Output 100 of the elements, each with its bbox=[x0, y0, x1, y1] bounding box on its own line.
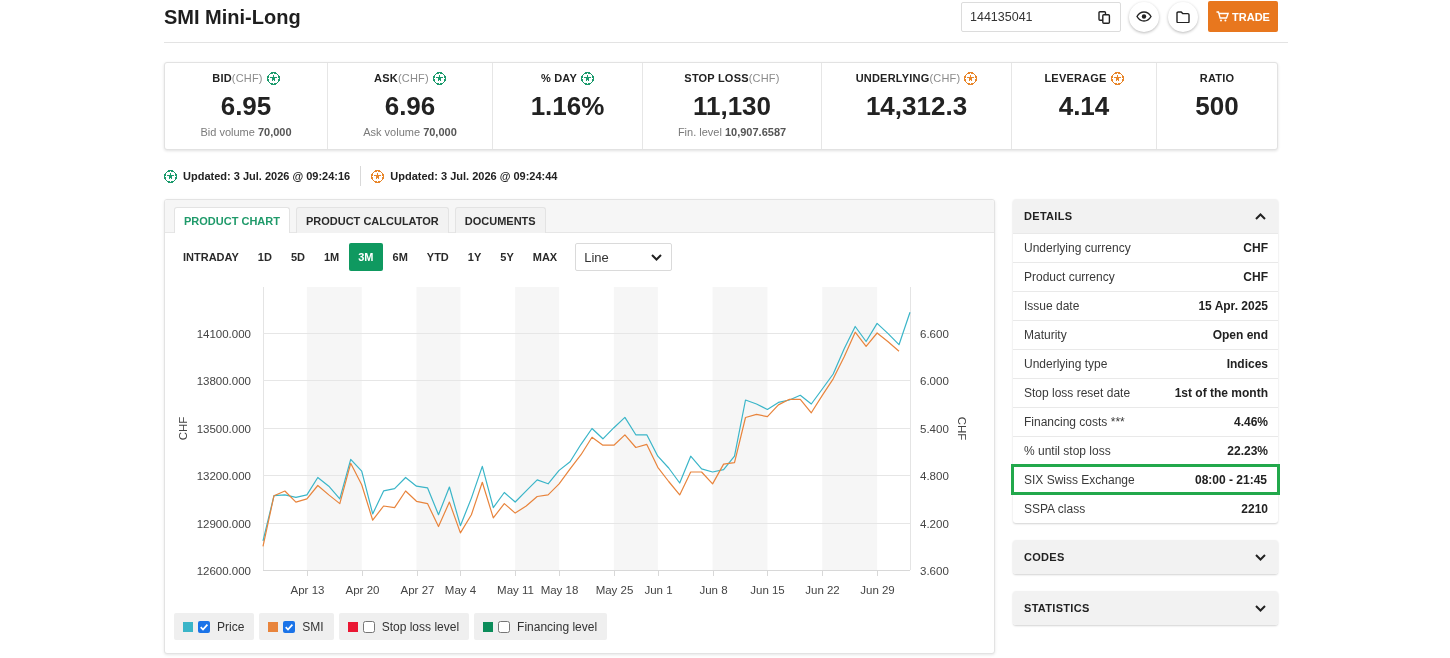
y-axis-label: 14100.000 bbox=[196, 327, 251, 340]
stat-value: 6.96 bbox=[384, 91, 436, 121]
stat-label: % DAY bbox=[540, 72, 578, 84]
legend-item[interactable]: Stop loss level bbox=[338, 613, 470, 640]
detail-value: CHF bbox=[1243, 270, 1268, 284]
x-axis-label: Apr 27 bbox=[400, 584, 435, 596]
folder-icon bbox=[1176, 10, 1190, 23]
cart-icon bbox=[1216, 11, 1230, 22]
copy-icon[interactable] bbox=[1098, 11, 1111, 24]
accordion-header[interactable]: STATISTICS bbox=[1013, 591, 1278, 625]
chevron-down-icon bbox=[651, 253, 663, 261]
stat-label: LEVERAGE bbox=[1044, 72, 1107, 84]
y-axis-label: 5.400 bbox=[920, 422, 949, 435]
folder-button[interactable] bbox=[1168, 1, 1198, 32]
legend-item[interactable]: Price bbox=[174, 613, 255, 640]
period-button[interactable]: 5D bbox=[281, 243, 314, 271]
checkbox[interactable] bbox=[498, 620, 511, 633]
detail-value: Open end bbox=[1212, 328, 1268, 342]
accordion-header[interactable]: CODES bbox=[1013, 540, 1278, 574]
legend-item[interactable]: Financing level bbox=[474, 613, 608, 640]
chart-type-select[interactable]: Line bbox=[575, 243, 673, 271]
eye-icon bbox=[1136, 11, 1152, 22]
period-button[interactable]: MAX bbox=[523, 243, 567, 271]
period-button[interactable]: 1D bbox=[248, 243, 281, 271]
period-button[interactable]: 5Y bbox=[491, 243, 523, 271]
y-axis-label: 6.000 bbox=[920, 374, 949, 387]
stat-label: ASK(CHF) bbox=[374, 72, 429, 84]
legend-item[interactable]: SMI bbox=[259, 613, 334, 640]
x-axis-label: Apr 20 bbox=[345, 584, 380, 596]
stat-value: 500 bbox=[1195, 91, 1239, 121]
x-axis-label: Jun 8 bbox=[699, 584, 728, 596]
axis-title: CHF bbox=[177, 416, 189, 441]
tab[interactable]: PRODUCT CALCULATOR bbox=[295, 207, 449, 233]
y-axis-label: 3.600 bbox=[920, 564, 949, 577]
period-button[interactable]: 6M bbox=[383, 243, 417, 271]
x-axis-label: May 11 bbox=[497, 584, 534, 596]
stat-label: BID(CHF) bbox=[212, 72, 263, 84]
y-axis-label: 13200.000 bbox=[196, 469, 251, 482]
detail-label: Financing costs *** bbox=[1024, 415, 1125, 429]
detail-value: CHF bbox=[1243, 241, 1268, 255]
detail-label: Stop loss reset date bbox=[1024, 386, 1131, 400]
detail-value: 22.23% bbox=[1227, 444, 1268, 458]
period-button[interactable]: 3M bbox=[349, 243, 383, 271]
chevron-down-icon bbox=[1255, 553, 1266, 561]
period-button[interactable]: 1Y bbox=[458, 243, 491, 271]
period-button[interactable]: 1M bbox=[314, 243, 349, 271]
eye-button[interactable] bbox=[1129, 1, 1159, 32]
detail-label: Underlying type bbox=[1024, 357, 1108, 371]
stat-value: 1.16% bbox=[530, 91, 605, 121]
detail-label: % until stop loss bbox=[1024, 444, 1111, 458]
stat-note: Ask volume 70,000 bbox=[363, 125, 457, 139]
detail-value: 15 Apr. 2025 bbox=[1198, 299, 1268, 313]
stat-note: Bid volume 70,000 bbox=[200, 125, 292, 139]
detail-label: Maturity bbox=[1024, 328, 1067, 342]
detail-label: Underlying currency bbox=[1024, 241, 1131, 255]
detail-label: SSPA class bbox=[1024, 502, 1086, 516]
x-axis-label: Apr 13 bbox=[290, 584, 325, 596]
x-axis-label: Jun 29 bbox=[860, 584, 895, 596]
tab[interactable]: DOCUMENTS bbox=[454, 207, 546, 233]
detail-value: 1st of the month bbox=[1174, 386, 1268, 400]
stat-value: 4.14 bbox=[1058, 91, 1110, 121]
period-button[interactable]: INTRADAY bbox=[174, 243, 248, 271]
chevron-up-icon bbox=[1255, 212, 1266, 220]
y-axis-label: 4.800 bbox=[920, 469, 949, 482]
update-time: Updated: 3 Jul. 2026 @ 09:24:16 bbox=[183, 170, 351, 182]
detail-value: 2210 bbox=[1241, 502, 1268, 516]
y-axis-label: 6.600 bbox=[920, 327, 949, 340]
stat-label: STOP LOSS(CHF) bbox=[684, 72, 780, 84]
y-axis-label: 13800.000 bbox=[196, 374, 251, 387]
period-button[interactable]: YTD bbox=[417, 243, 458, 271]
checkbox[interactable] bbox=[362, 620, 375, 633]
stat-note: Fin. level 10,907.6587 bbox=[677, 125, 787, 139]
stat-label: RATIO bbox=[1199, 72, 1235, 84]
x-axis-label: May 18 bbox=[540, 584, 579, 596]
detail-label: Product currency bbox=[1024, 270, 1115, 284]
detail-value: 08:00 - 21:45 bbox=[1194, 472, 1267, 487]
stat-value: 14,312.3 bbox=[865, 91, 968, 121]
x-axis-label: May 25 bbox=[595, 584, 634, 596]
checkbox[interactable] bbox=[283, 620, 296, 633]
y-axis-label: 12900.000 bbox=[196, 517, 251, 530]
x-axis-label: Jun 22 bbox=[805, 584, 840, 596]
tab[interactable]: PRODUCT CHART bbox=[174, 207, 290, 233]
y-axis-label: 13500.000 bbox=[196, 422, 251, 435]
y-axis-label: 4.200 bbox=[920, 517, 949, 530]
checkbox[interactable] bbox=[198, 620, 210, 633]
stat-value: 11,130 bbox=[692, 91, 772, 121]
stat-value: 6.95 bbox=[220, 91, 272, 121]
detail-label: Issue date bbox=[1024, 299, 1080, 313]
stat-label: UNDERLYING(CHF) bbox=[855, 72, 961, 84]
detail-label: SIX Swiss Exchange bbox=[1024, 472, 1135, 487]
detail-value: 4.46% bbox=[1233, 415, 1268, 429]
x-axis-label: Jun 15 bbox=[750, 584, 785, 596]
update-time: Updated: 3 Jul. 2026 @ 09:24:44 bbox=[390, 170, 558, 182]
chevron-down-icon bbox=[1255, 604, 1266, 612]
x-axis-label: May 4 bbox=[444, 584, 477, 596]
axis-title: CHF bbox=[956, 416, 968, 441]
detail-value: Indices bbox=[1226, 357, 1268, 371]
x-axis-label: Jun 1 bbox=[644, 584, 673, 596]
accordion-header[interactable]: DETAILS bbox=[1013, 199, 1278, 233]
code-field[interactable]: 144135041 bbox=[961, 2, 1121, 32]
